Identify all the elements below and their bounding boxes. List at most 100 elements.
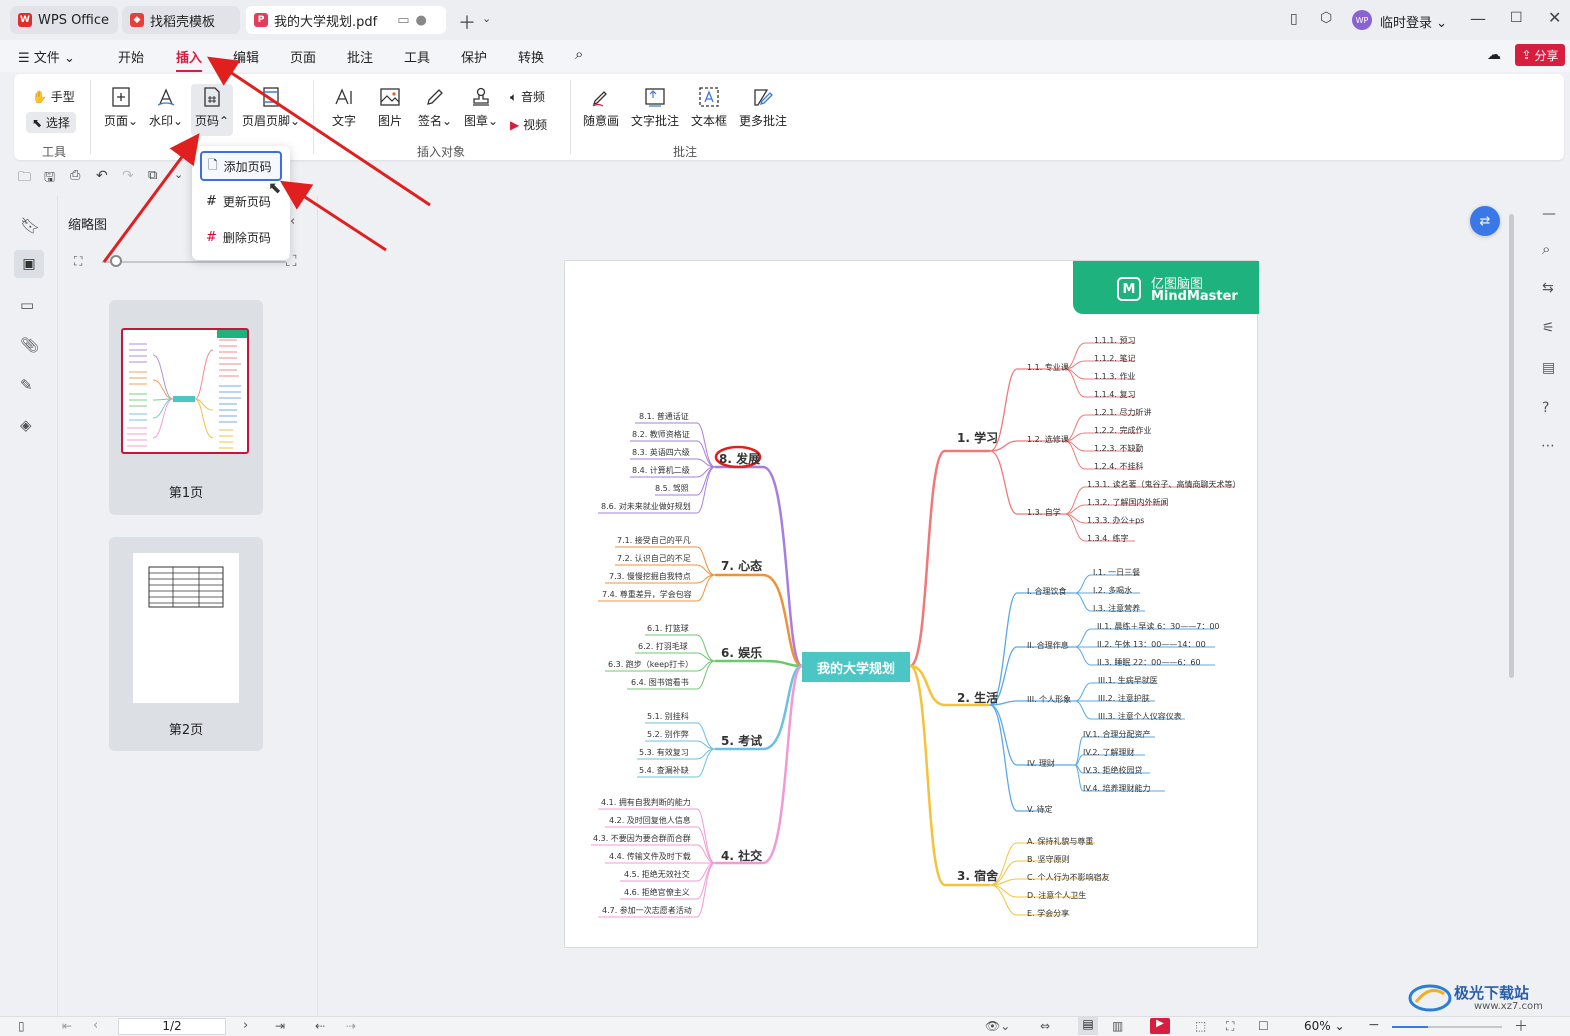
thumbnail-size-slider[interactable]	[102, 261, 286, 263]
help-icon[interactable]: ?	[1542, 400, 1549, 416]
eye-care-icon[interactable]: ☐	[1258, 1019, 1269, 1033]
freehand-button[interactable]: 随意画	[583, 86, 619, 129]
close-icon[interactable]: ✕	[1548, 8, 1561, 27]
sidebar-toggle-icon[interactable]: ▯	[18, 1019, 25, 1033]
share-button[interactable]: ⇪ 分享	[1515, 44, 1565, 66]
chevron-down-icon[interactable]: ⌄	[174, 168, 183, 181]
freehand-label: 随意画	[583, 114, 620, 128]
thumbnail-page-2[interactable]: 第2页	[109, 537, 263, 751]
menu-annotate[interactable]: 批注	[347, 47, 373, 66]
hand-tool-button[interactable]: ✋ 手型	[32, 88, 75, 105]
page-button[interactable]: 页面⌄	[103, 86, 139, 129]
save-icon[interactable]: 🖫︎	[44, 168, 55, 190]
sign-button[interactable]: 签名⌄	[418, 86, 452, 129]
last-page-icon[interactable]: ⇥	[275, 1019, 285, 1033]
watermark-logo-icon	[1408, 984, 1452, 1012]
stamp-button[interactable]: 图章⌄	[464, 86, 498, 129]
two-page-icon[interactable]: ▥	[1112, 1019, 1123, 1033]
more-icon[interactable]: ⋯	[1541, 438, 1555, 454]
file-menu[interactable]: ☰ 文件 ⌄	[18, 47, 75, 66]
header-footer-button[interactable]: 页眉页脚⌄	[242, 86, 300, 129]
image-button[interactable]: 图片	[377, 86, 403, 129]
attachment-icon[interactable]: 📎︎	[20, 336, 39, 354]
forward-icon[interactable]: ⇢	[346, 1019, 356, 1033]
copy-format-icon[interactable]: ⧉	[148, 168, 157, 183]
tab-template[interactable]: ◆ 找稻壳模板	[122, 6, 240, 34]
slider-handle[interactable]	[110, 255, 122, 267]
convert-float-icon[interactable]: ⇄	[1470, 206, 1500, 236]
comment-icon[interactable]: ▭	[20, 296, 34, 314]
adjust-icon[interactable]: ⚟	[1542, 320, 1555, 336]
menu-convert[interactable]: 转换	[518, 47, 544, 66]
page-number-button[interactable]: 页码⌃	[191, 84, 233, 136]
maximize-icon[interactable]: ☐	[1510, 10, 1523, 26]
signature-icon[interactable]: ✎	[20, 376, 33, 394]
watermark-button[interactable]: 水印⌄	[148, 86, 184, 129]
cube-icon[interactable]: ⬡	[1320, 10, 1332, 26]
add-page-number-item[interactable]: 🗋︎ 添加页码	[200, 151, 282, 181]
menu-start[interactable]: 开始	[118, 47, 144, 66]
new-tab-icon[interactable]: ＋	[458, 9, 476, 35]
eye-icon[interactable]: 👁︎⌄	[985, 1019, 1010, 1033]
single-page-icon[interactable]: ▤	[1078, 1017, 1098, 1035]
page-input[interactable]: 1/2	[118, 1018, 226, 1035]
login-button[interactable]: 临时登录 ⌄	[1380, 12, 1447, 31]
text-annotation-button[interactable]: 文字批注	[631, 86, 679, 129]
menu-protect[interactable]: 保护	[461, 47, 487, 66]
layout-icon[interactable]: ▯	[1290, 11, 1298, 27]
zoom-out-icon[interactable]: −	[1368, 1017, 1380, 1033]
prev-page-icon[interactable]: ‹	[93, 1018, 98, 1033]
search-icon[interactable]: ⌕	[1542, 240, 1550, 258]
small-image-icon[interactable]: ⛶	[74, 254, 82, 269]
search-icon[interactable]: ⌕	[575, 45, 583, 63]
thumbnail-icon[interactable]: ▣	[14, 250, 44, 278]
next-page-icon[interactable]: ›	[243, 1018, 248, 1033]
thumbnail-page-1[interactable]: 第1页	[109, 300, 263, 515]
collapse-panel-icon[interactable]: ‹	[290, 214, 295, 229]
fit-page-icon[interactable]: ⬚	[1195, 1019, 1206, 1033]
more-annotation-button[interactable]: 更多批注	[739, 86, 787, 129]
map-icon[interactable]: ▤	[1542, 360, 1555, 376]
zoom-value[interactable]: 60% ⌄	[1304, 1019, 1345, 1033]
open-folder-icon[interactable]: 🗀︎	[18, 168, 31, 190]
minimize-icon[interactable]: —	[1470, 9, 1486, 28]
tab-pdf[interactable]: P 我的大学规划.pdf ▭ ●	[246, 6, 446, 34]
chevron-down-icon[interactable]: ⌄	[482, 12, 491, 25]
vertical-scrollbar[interactable]	[1508, 200, 1516, 680]
audio-button[interactable]: 🔈︎ 音频	[510, 88, 545, 105]
scrollbar-thumb[interactable]	[1509, 214, 1514, 678]
menu-insert[interactable]: 插入	[176, 47, 203, 72]
text-button[interactable]: 文字	[331, 86, 357, 129]
first-page-icon[interactable]: ⇤	[62, 1019, 72, 1033]
video-button[interactable]: ▶ 视频	[510, 116, 547, 133]
redo-icon[interactable]: ↷	[122, 168, 134, 184]
mindmap-node: I. 合理饮食	[1027, 587, 1067, 596]
layers-icon[interactable]: ◈	[20, 416, 32, 434]
delete-page-number-item[interactable]: # 删除页码	[200, 222, 282, 252]
select-tool-button[interactable]: ⬉ 选择	[26, 112, 76, 133]
menu-page[interactable]: 页面	[290, 47, 316, 66]
back-icon[interactable]: ⇠	[315, 1019, 325, 1033]
monitor-icon[interactable]: ▭	[397, 13, 409, 28]
translate-icon[interactable]: ⇆	[1542, 280, 1554, 296]
tab-wps-office[interactable]: W WPS Office	[10, 6, 118, 34]
play-icon[interactable]: ▶	[1150, 1018, 1170, 1034]
cloud-icon[interactable]: ☁	[1487, 47, 1501, 63]
bookmark-icon[interactable]: 🔖︎	[20, 216, 40, 235]
fullscreen-icon[interactable]: ⛶	[1226, 1019, 1234, 1034]
minus-icon[interactable]: —	[1542, 206, 1556, 222]
menu-tools[interactable]: 工具	[404, 47, 430, 66]
fit-width-icon[interactable]: ⇔	[1040, 1019, 1050, 1033]
unsaved-dot-icon[interactable]: ●	[416, 13, 427, 28]
textbox-label: 文本框	[691, 114, 728, 128]
zoom-in-icon[interactable]: ＋	[1514, 1016, 1528, 1036]
print-icon[interactable]: ⎙	[70, 168, 80, 183]
textbox-button[interactable]: 文本框	[691, 86, 727, 129]
mindmap-node: IV.1. 合理分配资产	[1083, 730, 1151, 739]
zoom-slider[interactable]	[1392, 1026, 1502, 1028]
undo-icon[interactable]: ↶	[96, 168, 108, 184]
avatar[interactable]: WP	[1352, 10, 1372, 30]
mindmap-center: 我的大学规划	[802, 652, 910, 682]
branch-study: 1. 学习	[957, 431, 999, 445]
menu-edit[interactable]: 编辑	[233, 47, 259, 66]
